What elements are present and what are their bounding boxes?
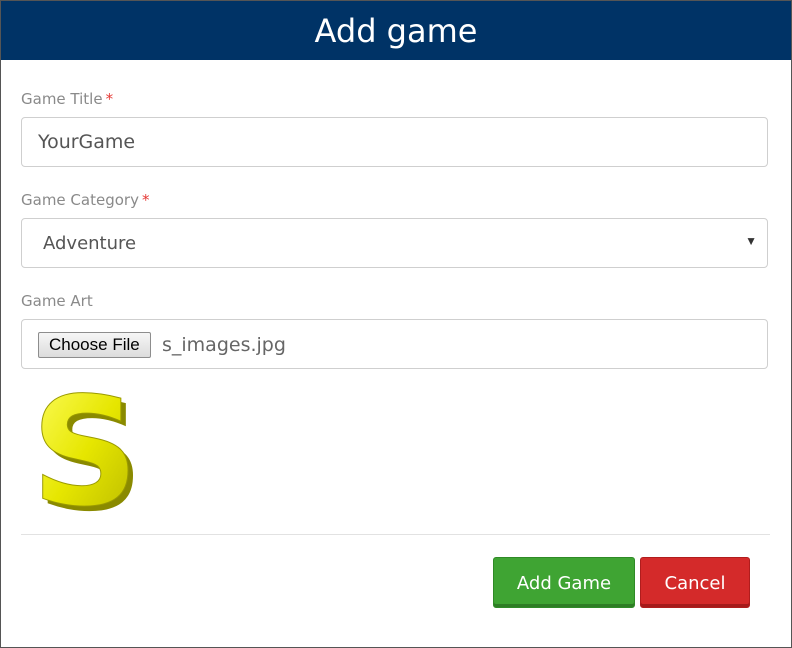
cancel-button[interactable]: Cancel xyxy=(640,557,750,608)
game-category-selected: Adventure xyxy=(43,233,137,254)
footer-divider xyxy=(21,534,770,535)
game-art-label: Game Art xyxy=(21,292,93,310)
game-title-label-text: Game Title xyxy=(21,90,103,108)
game-title-input[interactable] xyxy=(22,118,767,166)
dropdown-arrow-icon: ▼ xyxy=(745,234,757,248)
add-game-button[interactable]: Add Game xyxy=(493,557,635,608)
required-asterisk: * xyxy=(105,90,114,108)
svg-text:S: S xyxy=(35,381,139,519)
game-category-select[interactable]: Adventure ▼ xyxy=(21,218,768,268)
game-category-label-text: Game Category xyxy=(21,191,139,209)
add-game-dialog: Add game Game Title* Game Category* Adve… xyxy=(0,0,792,648)
game-title-field xyxy=(21,117,768,167)
game-art-preview-image: S S xyxy=(35,381,139,519)
dialog-title: Add game xyxy=(1,1,791,60)
choose-file-button[interactable]: Choose File xyxy=(38,332,151,358)
game-title-label: Game Title * xyxy=(21,90,113,108)
game-art-file-input: Choose File s_images.jpg xyxy=(21,319,768,369)
required-asterisk: * xyxy=(141,191,150,209)
game-category-label: Game Category * xyxy=(21,191,149,209)
selected-file-name: s_images.jpg xyxy=(162,334,286,356)
